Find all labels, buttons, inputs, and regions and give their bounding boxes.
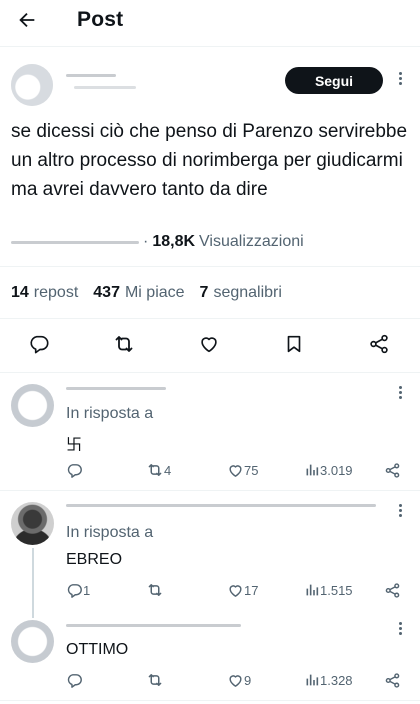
view-count: 3.019 xyxy=(320,462,353,478)
share-icon xyxy=(385,672,400,688)
bookmark-icon[interactable] xyxy=(282,332,306,356)
views-button[interactable]: 1.328 xyxy=(304,671,353,689)
avatar[interactable] xyxy=(11,502,54,545)
repost-button[interactable] xyxy=(146,671,164,689)
author-name-redacted xyxy=(66,74,116,77)
header-divider xyxy=(0,46,420,47)
speech-bubble-icon xyxy=(67,583,82,598)
reply-author-redacted xyxy=(66,504,376,507)
like-button[interactable]: 75 xyxy=(227,461,258,479)
author-handle-redacted xyxy=(74,86,136,89)
bookmarks-stat[interactable]: 7 segnalibri xyxy=(200,284,282,302)
in-reply-to: In risposta a xyxy=(66,524,153,542)
avatar[interactable] xyxy=(11,620,54,663)
follow-button[interactable]: Segui xyxy=(285,67,383,94)
in-reply-to: In risposta a xyxy=(66,405,153,423)
repost-arrows-icon xyxy=(148,674,162,686)
reply-text: 卐 xyxy=(66,437,83,454)
in-reply-prefix: In risposta a xyxy=(66,524,154,541)
meta-separator: · xyxy=(143,233,149,250)
stats-divider xyxy=(0,318,420,319)
repost-button[interactable]: 4 xyxy=(146,461,171,479)
speech-bubble-icon xyxy=(67,673,82,688)
reply-text: EBREO xyxy=(66,551,123,568)
bar-chart-icon xyxy=(306,674,319,686)
author-avatar[interactable] xyxy=(11,64,53,106)
reply-item[interactable]: In risposta a EBREO 1 17 1.515 xyxy=(0,490,420,610)
post-action-bar xyxy=(0,332,420,356)
more-vertical-icon[interactable] xyxy=(398,386,402,399)
view-count: 1.515 xyxy=(320,582,353,598)
timestamp-redacted xyxy=(11,240,139,244)
reply-button[interactable] xyxy=(66,671,83,689)
reply-action-bar: 1 17 1.515 xyxy=(66,581,406,599)
views-button[interactable]: 1.515 xyxy=(304,581,353,599)
bar-chart-icon xyxy=(306,464,319,476)
reposts-count: 14 xyxy=(11,284,29,301)
repost-arrows-icon xyxy=(148,464,162,476)
reply-item[interactable]: OTTIMO 9 1.328 xyxy=(0,610,420,702)
like-button[interactable]: 17 xyxy=(227,581,258,599)
share-button[interactable] xyxy=(384,581,401,599)
post-text: se dicessi ciò che penso di Parenzo serv… xyxy=(11,121,408,200)
share-button[interactable] xyxy=(384,671,401,689)
post-meta: · 18,8K Visualizzazioni xyxy=(11,233,304,251)
more-vertical-icon[interactable] xyxy=(398,72,402,85)
repost-button[interactable] xyxy=(146,581,164,599)
heart-icon xyxy=(229,464,242,477)
more-vertical-icon[interactable] xyxy=(398,504,402,517)
repost-count: 4 xyxy=(164,462,172,478)
post-stats: 14 repost 437 Mi piace 7 segnalibri xyxy=(11,284,297,302)
bookmarks-label: segnalibri xyxy=(213,284,282,301)
reply-item[interactable]: In risposta a 卐 4 75 3.019 xyxy=(0,372,420,490)
reposts-label: repost xyxy=(33,284,79,301)
bar-chart-icon xyxy=(306,584,319,596)
arrow-left-icon[interactable] xyxy=(16,8,40,32)
reply-text: OTTIMO xyxy=(66,641,129,658)
more-vertical-icon[interactable] xyxy=(398,622,402,635)
meta-divider xyxy=(0,266,420,267)
share-icon xyxy=(385,462,400,478)
thread-line xyxy=(32,548,34,618)
reposts-stat[interactable]: 14 repost xyxy=(11,284,78,302)
like-count: 9 xyxy=(244,672,252,688)
heart-icon xyxy=(229,674,242,687)
share-icon xyxy=(385,582,400,598)
view-count: 1.328 xyxy=(320,672,353,688)
views-label: Visualizzazioni xyxy=(199,233,304,250)
likes-count: 437 xyxy=(93,284,120,301)
likes-stat[interactable]: 437 Mi piace xyxy=(93,284,184,302)
bookmarks-count: 7 xyxy=(199,284,209,301)
likes-label: Mi piace xyxy=(124,284,185,301)
bottom-divider xyxy=(0,700,420,701)
page-title: Post xyxy=(77,8,124,31)
share-button[interactable] xyxy=(384,461,401,479)
views-button[interactable]: 3.019 xyxy=(304,461,353,479)
speech-bubble-icon[interactable] xyxy=(27,332,51,356)
repost-arrows-icon[interactable] xyxy=(112,332,136,356)
reply-button[interactable] xyxy=(66,461,83,479)
reply-action-bar: 4 75 3.019 xyxy=(66,461,406,479)
reply-author-redacted xyxy=(66,387,166,390)
like-count: 17 xyxy=(244,582,259,598)
like-count: 75 xyxy=(244,462,259,478)
reply-action-bar: 9 1.328 xyxy=(66,671,406,689)
reply-count: 1 xyxy=(83,582,91,598)
share-icon[interactable] xyxy=(367,332,391,356)
heart-icon[interactable] xyxy=(197,332,221,356)
speech-bubble-icon xyxy=(67,463,82,478)
repost-arrows-icon xyxy=(148,584,162,596)
in-reply-prefix: In risposta a xyxy=(66,405,154,422)
views-count: 18,8K xyxy=(152,233,196,250)
avatar[interactable] xyxy=(11,384,54,427)
heart-icon xyxy=(229,584,242,597)
reply-button[interactable]: 1 xyxy=(66,581,90,599)
like-button[interactable]: 9 xyxy=(227,671,251,689)
reply-author-redacted xyxy=(66,624,241,627)
top-bar: Post xyxy=(0,0,420,40)
